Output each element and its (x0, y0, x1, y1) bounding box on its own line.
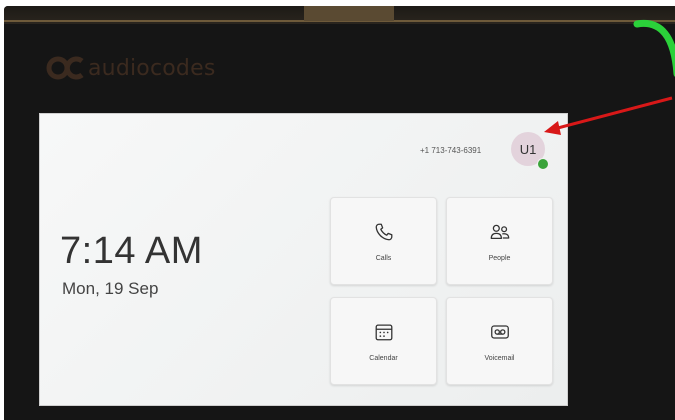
status-led-icon (633, 19, 675, 77)
calls-label: Calls (375, 254, 392, 262)
phone-icon (375, 223, 392, 240)
calls-tile[interactable]: Calls (330, 197, 437, 285)
brand-name: audiocodes (88, 55, 216, 81)
audiocodes-logo-icon (46, 56, 84, 80)
people-tile[interactable]: People (446, 197, 553, 285)
bezel-tab (304, 6, 394, 21)
calendar-icon (375, 323, 392, 340)
presence-available-icon (537, 158, 549, 170)
desk-phone-device: audiocodes +1 713-743-6391 U1 7:14 AM Mo… (4, 6, 675, 420)
phone-home-screen: +1 713-743-6391 U1 7:14 AM Mon, 19 Sep C… (39, 113, 568, 406)
brand-logo: audiocodes (46, 55, 215, 81)
photo-frame: audiocodes +1 713-743-6391 U1 7:14 AM Mo… (0, 0, 675, 420)
clock-time: 7:14 AM (60, 230, 203, 272)
avatar-initials: U1 (519, 141, 537, 157)
clock-date: Mon, 19 Sep (62, 279, 159, 298)
calendar-tile[interactable]: Calendar (330, 297, 437, 385)
people-label: People (488, 254, 511, 262)
voicemail-label: Voicemail (484, 354, 515, 362)
calendar-label: Calendar (369, 354, 398, 362)
voicemail-tile[interactable]: Voicemail (446, 297, 553, 385)
phone-number: +1 713-743-6391 (420, 146, 482, 155)
voicemail-icon (490, 324, 509, 339)
people-icon (490, 224, 509, 239)
annotation-arrow-icon (544, 96, 673, 135)
